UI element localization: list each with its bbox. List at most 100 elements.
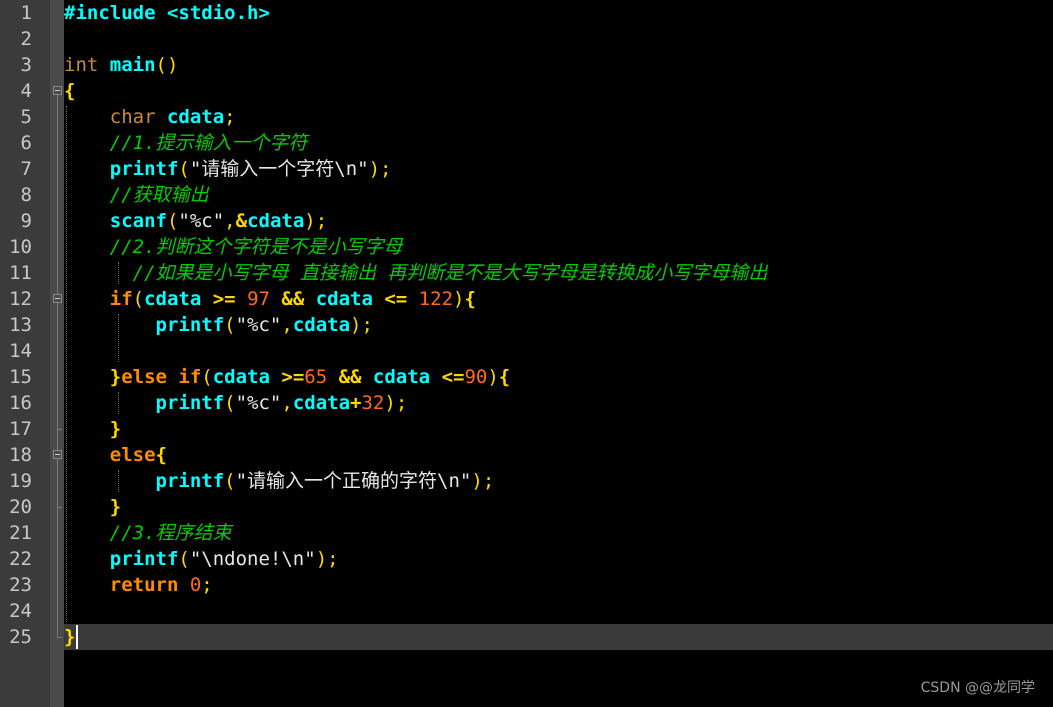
code-token: );: [368, 158, 392, 180]
code-token: else: [64, 444, 156, 466]
code-token: 97: [247, 288, 282, 310]
code-line[interactable]: #include <stdio.h>: [64, 0, 1053, 26]
code-token: (: [201, 366, 213, 388]
code-line[interactable]: }: [64, 624, 1053, 650]
code-token: printf: [64, 314, 225, 336]
code-token: <=: [441, 366, 465, 388]
code-area[interactable]: #include <stdio.h> int main(){ char cdata…: [64, 0, 1053, 707]
code-token: "%c": [235, 392, 282, 414]
code-line[interactable]: else{: [64, 442, 1053, 468]
code-token: //获取输出: [64, 184, 209, 206]
fold-toggle-icon[interactable]: [53, 294, 62, 303]
code-token: cdata: [292, 392, 351, 414]
code-token: }: [64, 366, 122, 388]
line-number: 15: [9, 366, 32, 388]
code-line[interactable]: printf("\ndone!\n");: [64, 546, 1053, 572]
code-token: "\ndone!\n": [189, 548, 316, 570]
line-number: 2: [20, 28, 32, 50]
code-token: printf: [64, 392, 225, 414]
text-cursor: [76, 625, 78, 649]
code-line[interactable]: return 0;: [64, 572, 1053, 598]
line-number: 21: [9, 522, 32, 544]
fold-end-mark: [57, 507, 62, 508]
code-line[interactable]: char cdata;: [64, 104, 1053, 130]
code-token: cdata: [292, 314, 351, 336]
code-token: (: [166, 210, 179, 232]
code-line[interactable]: printf("请输入一个字符\n");: [64, 156, 1053, 182]
fold-end-mark: [57, 429, 62, 430]
code-token: //如果是小写字母 直接输出 再判断是不是大写字母是转换成小写字母输出: [64, 262, 768, 284]
code-token: );: [471, 470, 495, 492]
code-line[interactable]: {: [64, 78, 1053, 104]
indent-guide: [118, 262, 120, 284]
code-token: {: [464, 288, 476, 310]
line-number: 12: [9, 288, 32, 310]
code-token: {: [64, 80, 76, 102]
code-token: 65: [304, 366, 339, 388]
code-token: ): [487, 366, 499, 388]
code-line[interactable]: //1.提示输入一个字符: [64, 130, 1053, 156]
code-token: 90: [464, 366, 488, 388]
line-number: 18: [9, 444, 32, 466]
code-token: }: [64, 496, 122, 518]
line-number: 8: [20, 184, 32, 206]
code-token: 32: [361, 392, 385, 414]
code-editor[interactable]: 1 2 3 4 5 6 7 8 9 10 11 12 13 14 15 16 17 18 19 20 21 22 23 24 2…: [0, 0, 1053, 707]
code-token: {: [498, 366, 511, 388]
fold-toggle-icon[interactable]: [53, 86, 62, 95]
fold-end-mark: [57, 637, 62, 638]
code-line[interactable]: printf("%c",cdata+32);: [64, 390, 1053, 416]
code-token: >=: [281, 366, 305, 388]
code-token: ,: [224, 210, 236, 232]
code-token: (): [155, 54, 179, 76]
code-line[interactable]: //3.程序结束: [64, 520, 1053, 546]
line-number: 24: [9, 600, 32, 622]
fold-toggle-icon[interactable]: [53, 450, 62, 459]
code-token: );: [384, 392, 408, 414]
code-line[interactable]: //如果是小写字母 直接输出 再判断是不是大写字母是转换成小写字母输出: [64, 260, 1053, 286]
code-line[interactable]: //获取输出: [64, 182, 1053, 208]
fold-margin[interactable]: [50, 0, 64, 707]
line-number: 16: [9, 392, 32, 414]
code-token: printf: [64, 158, 179, 180]
line-number: 14: [9, 340, 32, 362]
code-line[interactable]: int main(): [64, 52, 1053, 78]
line-number: 1: [20, 2, 32, 24]
code-token: cdata: [247, 210, 305, 232]
code-token: #include <stdio.h>: [64, 2, 270, 24]
code-token: (: [224, 314, 236, 336]
code-line[interactable]: [64, 338, 1053, 364]
code-line[interactable]: //2.判断这个字符是不是小写字母: [64, 234, 1053, 260]
code-line[interactable]: printf("%c",cdata);: [64, 312, 1053, 338]
line-number: 10: [9, 236, 32, 258]
code-token: if: [64, 288, 133, 310]
line-number: 5: [20, 106, 32, 128]
code-line[interactable]: printf("请输入一个正确的字符\n");: [64, 468, 1053, 494]
line-number: 17: [9, 418, 32, 440]
line-number: 4: [20, 80, 32, 102]
indent-guide: [118, 392, 120, 414]
code-token: "请输入一个字符\n": [189, 158, 369, 180]
code-token: &&: [338, 366, 373, 388]
code-line[interactable]: scanf("%c",&cdata);: [64, 208, 1053, 234]
code-line[interactable]: }: [64, 416, 1053, 442]
code-token: +: [350, 392, 362, 414]
code-line[interactable]: [64, 26, 1053, 52]
watermark: CSDN @@龙同学: [920, 680, 1035, 696]
code-line[interactable]: [64, 598, 1053, 624]
code-token: "%c": [235, 314, 282, 336]
code-token: "%c": [178, 210, 225, 232]
code-line[interactable]: if(cdata >= 97 && cdata <= 122){: [64, 286, 1053, 312]
code-token: {: [155, 444, 167, 466]
line-number: 23: [9, 574, 32, 596]
code-line[interactable]: }else if(cdata >=65 && cdata <=90){: [64, 364, 1053, 390]
code-token: ,: [281, 392, 293, 414]
indent-guide: [66, 106, 68, 622]
code-token: char: [64, 106, 167, 128]
indent-guide: [118, 470, 120, 492]
fold-range-line: [57, 95, 58, 637]
code-line[interactable]: }: [64, 494, 1053, 520]
code-token: }: [64, 626, 76, 648]
code-token: printf: [64, 548, 179, 570]
line-number: 13: [9, 314, 32, 336]
